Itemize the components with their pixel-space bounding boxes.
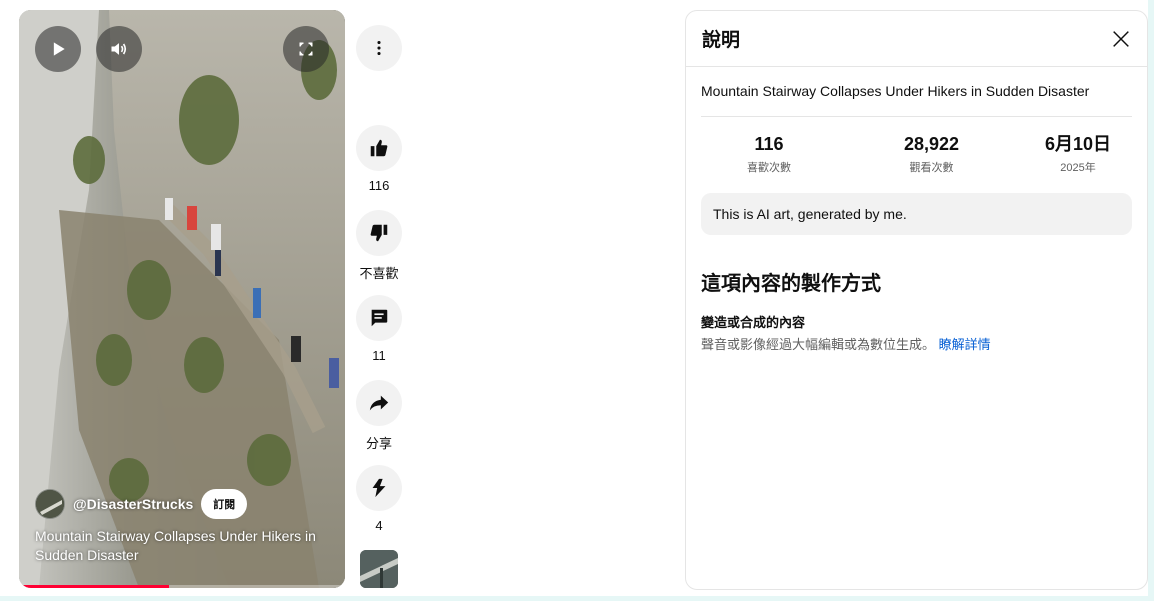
learn-more-link[interactable]: 瞭解詳情 [939,337,991,352]
altered-content-title: 變造或合成的內容 [701,315,806,330]
altered-content-text: 聲音或影像經過大幅編輯或為數位生成。 [701,337,936,352]
stats-row: 116 喜歡次數 28,922 觀看次數 6月10日 2025年 [701,117,1132,193]
thumbs-up-icon [370,139,388,157]
thumbs-down-icon [370,224,388,242]
subscribe-button[interactable]: 訂閱 [201,489,248,519]
comment-icon [371,309,388,327]
views-value: 28,922 [903,134,960,154]
share-button[interactable] [356,380,402,426]
description-video-title: Mountain Stairway Collapses Under Hikers… [701,67,1132,117]
progress-bar[interactable] [19,585,345,588]
description-panel: 說明 Mountain Stairway Collapses Under Hik… [685,10,1148,590]
stat-date: 6月10日 2025年 [1024,132,1132,193]
more-vert-icon [377,40,381,56]
remix-button[interactable] [356,465,402,511]
comment-count: 11 [372,348,386,363]
panel-title: 說明 [702,30,741,51]
volume-button[interactable] [96,26,142,72]
share-label: 分享 [365,436,392,451]
fullscreen-button[interactable] [283,26,329,72]
video-player[interactable]: @DisasterStrucks 訂閱 Mountain Stairway Co… [19,10,345,588]
date-year: 2025年 [1060,162,1096,174]
channel-avatar[interactable] [35,489,65,519]
likes-label: 喜歡次數 [747,162,791,174]
video-title-overlay[interactable]: Mountain Stairway Collapses Under Hikers… [35,527,325,565]
date-value: 6月10日 [1044,134,1112,154]
remix-thumbnail[interactable] [360,550,398,588]
dislike-label: 不喜歡 [359,266,399,281]
views-label: 觀看次數 [909,162,954,174]
comments-button[interactable] [356,295,402,341]
stat-views: 28,922 觀看次數 [862,132,1002,193]
likes-value: 116 [754,134,784,154]
remix-icon [372,478,386,498]
close-icon [1113,30,1129,47]
play-icon [53,42,65,56]
stat-likes: 116 喜歡次數 [701,132,837,193]
volume-icon [111,43,127,55]
dislike-button[interactable] [356,210,402,256]
more-options-button[interactable] [356,25,402,71]
panel-header: 說明 [686,11,1147,67]
play-button[interactable] [35,26,81,72]
fullscreen-icon [299,42,313,56]
description-note: This is AI art, generated by me. [701,193,1132,235]
channel-handle[interactable]: @DisasterStrucks [73,496,193,512]
channel-row: @DisasterStrucks 訂閱 [35,488,248,520]
like-button[interactable] [356,125,402,171]
close-button[interactable] [1103,21,1139,57]
share-icon [369,395,389,411]
how-made-heading: 這項內容的製作方式 [701,273,881,295]
window-edge-bottom [0,596,1154,601]
window-edge-right [1148,0,1154,601]
altered-content-description: 聲音或影像經過大幅編輯或為數位生成。 瞭解詳情 [701,334,1132,353]
like-count: 116 [368,178,390,193]
remix-count: 4 [375,518,383,533]
progress-fill [19,585,169,588]
